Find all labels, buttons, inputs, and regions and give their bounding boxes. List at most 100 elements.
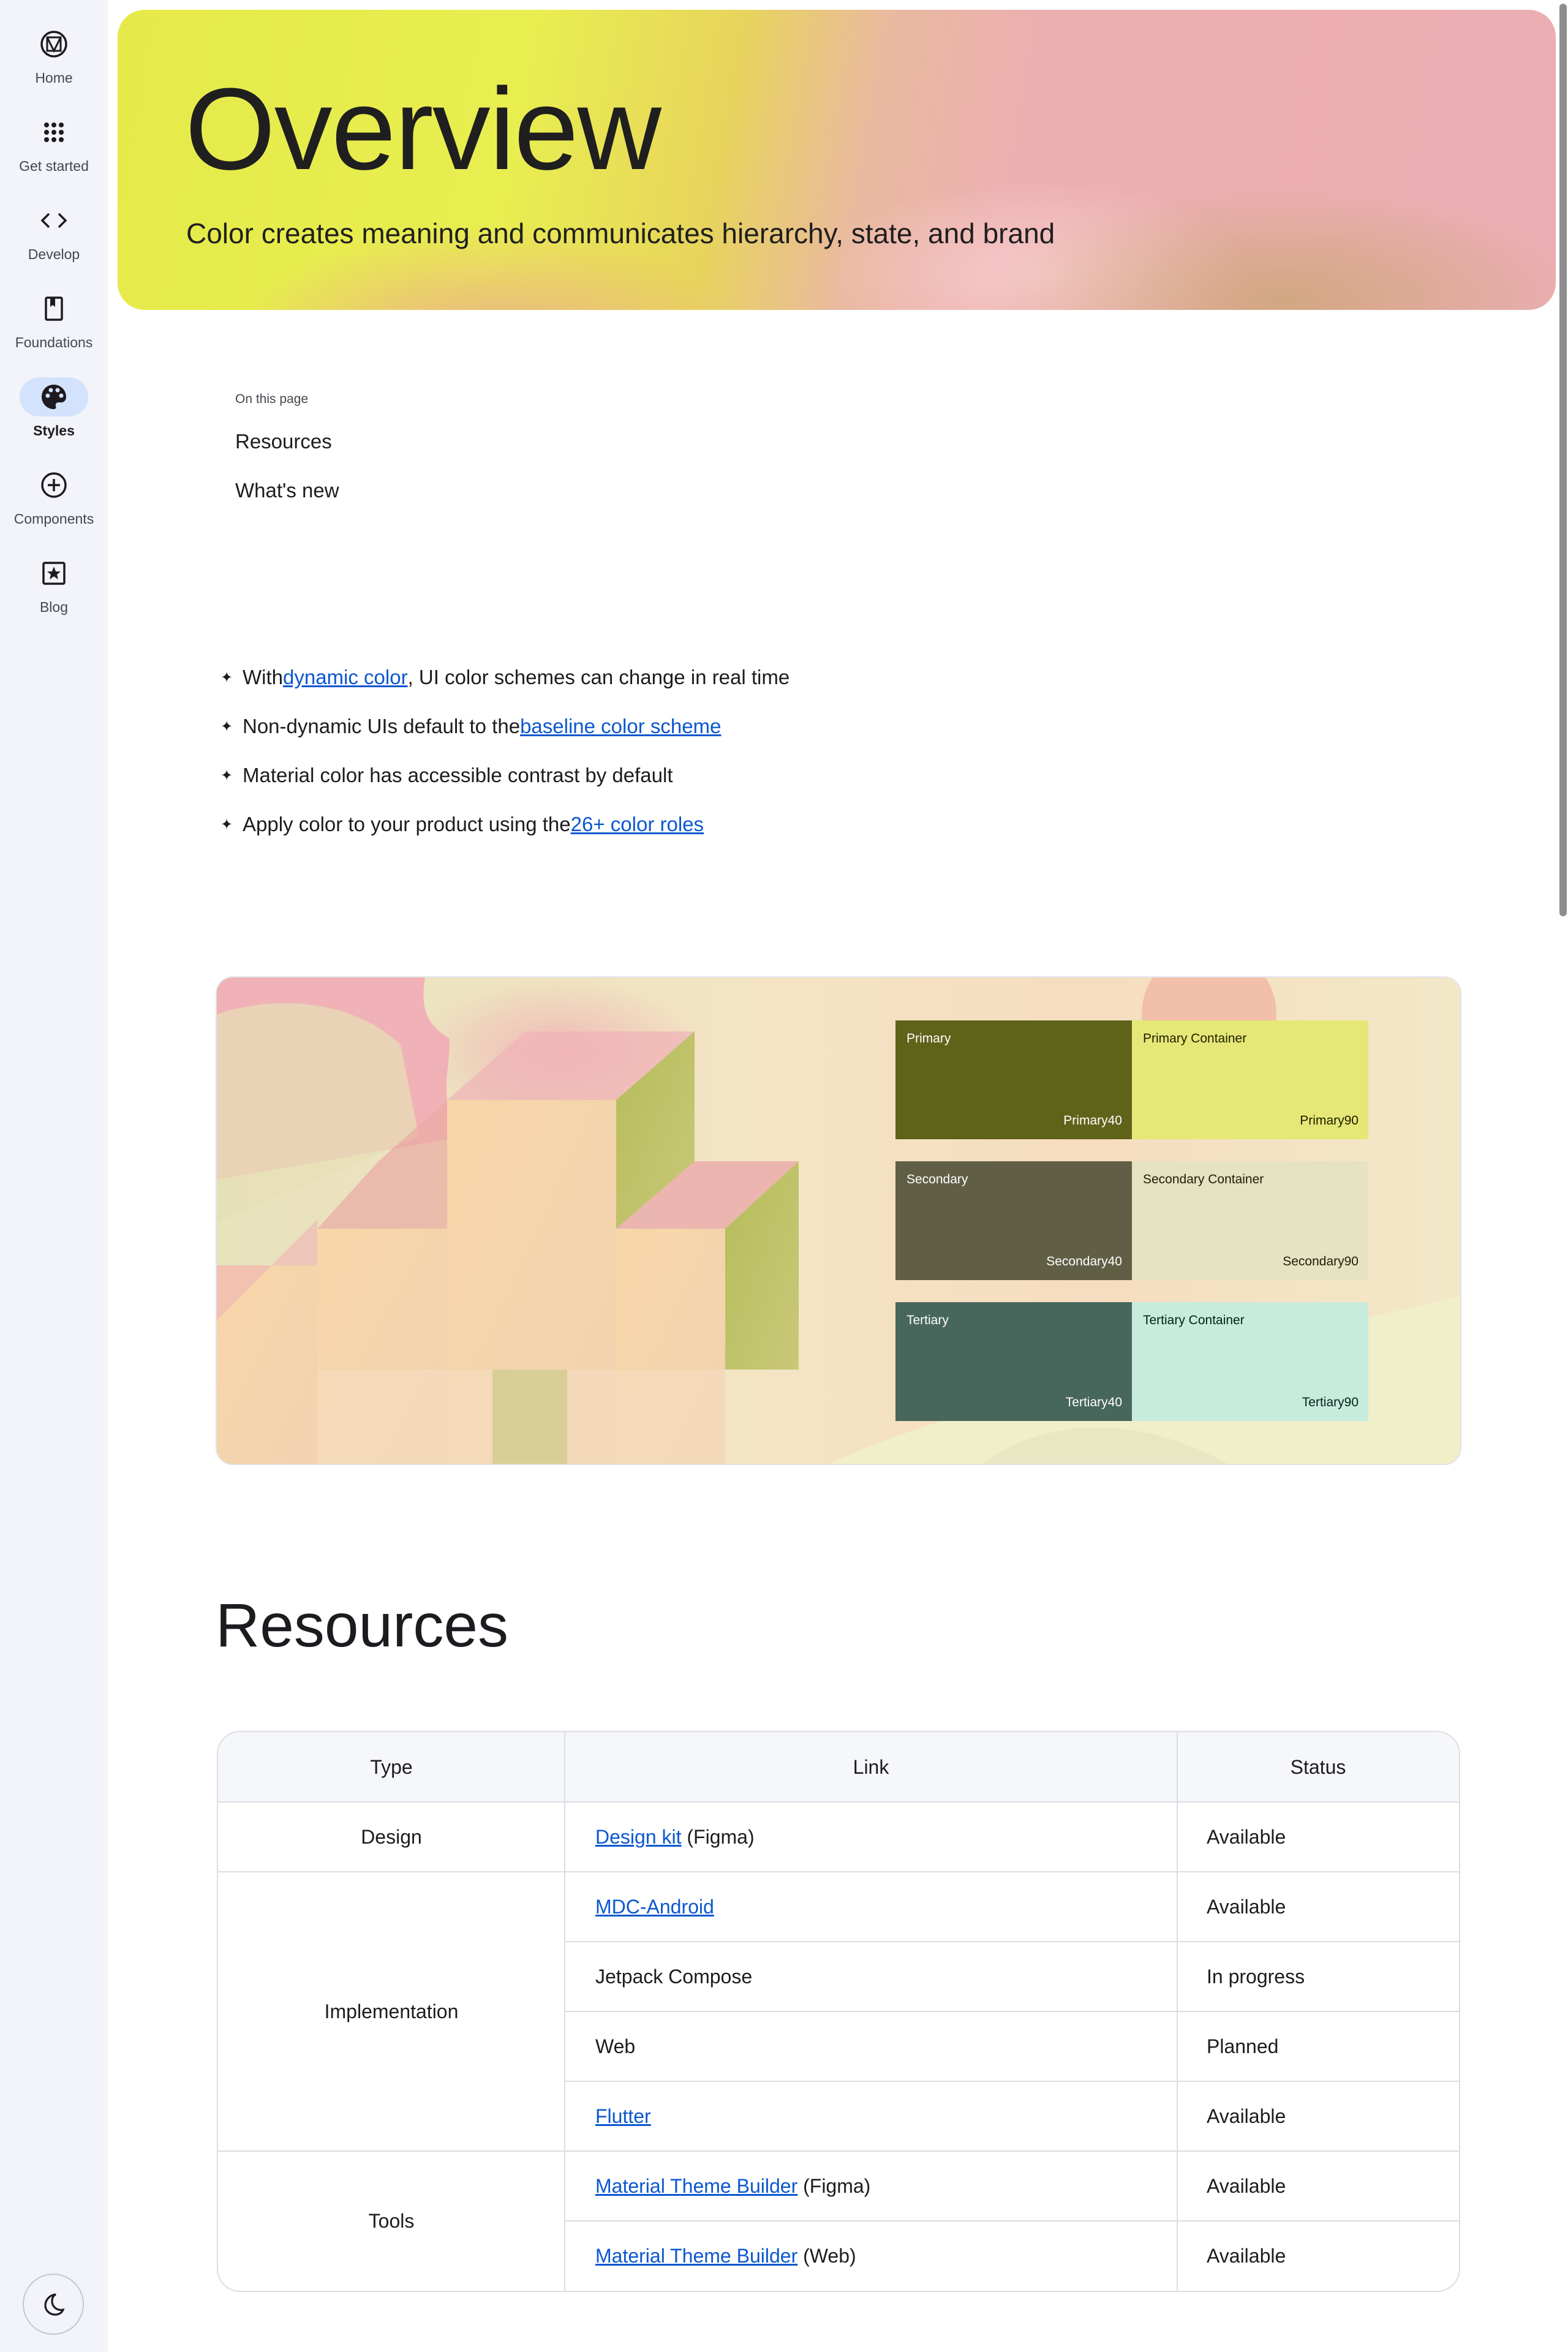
table-row-link: Material Theme Builder (Web) [565, 2221, 1177, 2291]
rail-item-develop[interactable]: Develop [0, 196, 108, 270]
sparkle-bullet-icon: ✦ [221, 669, 233, 686]
column-header-type: Type [218, 1732, 565, 1802]
sparkle-bullet-icon: ✦ [221, 816, 233, 833]
table-divider [565, 2081, 1459, 2082]
bullet-text: , UI color schemes can change in real ti… [407, 666, 790, 688]
code-icon [20, 201, 88, 240]
tertiary-container-swatch: Tertiary Container Tertiary90 [1132, 1302, 1368, 1421]
primary-container-swatch: Primary Container Primary90 [1132, 1020, 1368, 1139]
table-row-link: MDC-Android [565, 1872, 1177, 1942]
apps-grid-icon [20, 113, 88, 152]
color-roles-link[interactable]: 26+ color roles [571, 813, 704, 836]
table-divider [565, 2220, 1459, 2222]
rail-label: Get started [19, 158, 89, 174]
rail-label: Components [13, 511, 94, 527]
column-header-link: Link [565, 1732, 1177, 1802]
status-cell: Available [1207, 1825, 1286, 1848]
status-cell: In progress [1207, 1965, 1305, 1988]
swatch-name: Primary Container [1143, 1031, 1247, 1046]
design-kit-link[interactable]: Design kit [595, 1826, 682, 1849]
bullet-text: Material color has accessible contrast b… [243, 764, 673, 786]
tertiary-swatch: Tertiary Tertiary40 [895, 1302, 1132, 1421]
table-divider [565, 2011, 1459, 2012]
page-title: Overview [185, 64, 662, 194]
navigation-rail: Home Get started Develop Foundations Sty… [0, 0, 108, 2352]
dynamic-color-link[interactable]: dynamic color [283, 666, 408, 689]
table-divider [218, 1801, 1459, 1803]
baseline-color-scheme-link[interactable]: baseline color scheme [520, 715, 721, 738]
hero-banner: Overview Color creates meaning and commu… [118, 10, 1556, 310]
scrollbar-thumb[interactable] [1559, 4, 1567, 916]
scrollbar-track[interactable] [1558, 0, 1568, 2352]
rail-item-foundations[interactable]: Foundations [0, 284, 108, 358]
palette-icon [20, 377, 88, 417]
table-row-link: Flutter [565, 2081, 1177, 2151]
rail-item-blog[interactable]: Blog [0, 549, 108, 622]
mdc-android-link[interactable]: MDC-Android [595, 1896, 714, 1918]
table-divider [218, 2150, 1459, 2152]
secondary-container-swatch: Secondary Container Secondary90 [1132, 1161, 1368, 1280]
swatch-tone: Primary90 [1300, 1114, 1359, 1128]
rail-label: Develop [28, 246, 80, 262]
status-cell: Available [1207, 2174, 1286, 2197]
table-divider [565, 1941, 1459, 1942]
theme-toggle-button[interactable] [23, 2274, 84, 2335]
type-cell-tools: Tools [368, 2209, 415, 2232]
jetpack-compose-text: Jetpack Compose [595, 1965, 753, 1988]
swatch-tone: Tertiary90 [1302, 1395, 1359, 1409]
resources-heading: Resources [216, 1591, 508, 1660]
table-row-link: Web [565, 2011, 1177, 2081]
dark-mode-moon-icon [44, 2293, 65, 2316]
add-circle-icon [20, 466, 88, 505]
column-header-status: Status [1177, 1732, 1459, 1802]
color-roles-illustration: Primary Primary40 Primary Container Prim… [216, 976, 1461, 1465]
swatch-tone: Secondary40 [1046, 1254, 1122, 1268]
rail-item-styles[interactable]: Styles [0, 372, 108, 446]
theme-builder-web-link[interactable]: Material Theme Builder [595, 2245, 797, 2267]
rail-item-components[interactable]: Components [0, 461, 108, 534]
swatch-tone: Secondary90 [1283, 1254, 1359, 1268]
secondary-swatch: Secondary Secondary40 [895, 1161, 1132, 1280]
list-item: ✦ Non-dynamic UIs default to the baselin… [221, 702, 790, 751]
swatch-name: Primary [907, 1031, 951, 1046]
resources-table: Type Link Status Design Implementation T… [217, 1731, 1460, 2292]
rail-label: Styles [33, 423, 75, 439]
primary-swatch: Primary Primary40 [895, 1020, 1132, 1139]
key-points-list: ✦ With dynamic color, UI color schemes c… [221, 653, 790, 849]
bullet-text: With [243, 666, 283, 688]
material-logo-icon [20, 24, 88, 64]
list-item: ✦ With dynamic color, UI color schemes c… [221, 653, 790, 702]
toc-link-whats-new[interactable]: What's new [235, 479, 339, 502]
swatch-name: Secondary Container [1143, 1172, 1264, 1186]
sparkle-bullet-icon: ✦ [221, 718, 233, 735]
status-cell: Planned [1207, 2035, 1279, 2057]
table-row-link: Design kit (Figma) [565, 1802, 1177, 1872]
link-suffix: (Figma) [681, 1825, 755, 1848]
type-cell-design: Design [361, 1825, 422, 1848]
status-cell: Available [1207, 1895, 1286, 1918]
status-cell: Available [1207, 2244, 1286, 2267]
star-box-icon [20, 554, 88, 593]
status-cell: Available [1207, 2105, 1286, 2127]
link-suffix: (Figma) [797, 2174, 871, 2197]
type-cell-implementation: Implementation [324, 2000, 459, 2022]
rail-label: Foundations [15, 334, 93, 350]
flutter-link[interactable]: Flutter [595, 2105, 651, 2128]
table-row-link: Jetpack Compose [565, 1942, 1177, 2011]
theme-builder-figma-link[interactable]: Material Theme Builder [595, 2175, 797, 2198]
page-subtitle: Color creates meaning and communicates h… [186, 217, 1055, 249]
rail-label: Home [35, 70, 73, 86]
toc-heading: On this page [235, 392, 309, 406]
rail-item-get-started[interactable]: Get started [0, 108, 108, 181]
swatch-name: Tertiary [907, 1313, 949, 1327]
swatch-tone: Tertiary40 [1065, 1395, 1122, 1409]
list-item: ✦ Apply color to your product using the … [221, 800, 790, 849]
table-row-link: Material Theme Builder (Figma) [565, 2151, 1177, 2221]
swatch-name: Secondary [907, 1172, 968, 1186]
rail-item-home[interactable]: Home [0, 20, 108, 93]
list-item: ✦ Material color has accessible contrast… [221, 751, 790, 800]
link-suffix: (Web) [797, 2244, 856, 2267]
color-swatch-grid: Primary Primary40 Primary Container Prim… [895, 1020, 1368, 1443]
book-icon [20, 289, 88, 328]
toc-link-resources[interactable]: Resources [235, 430, 332, 453]
